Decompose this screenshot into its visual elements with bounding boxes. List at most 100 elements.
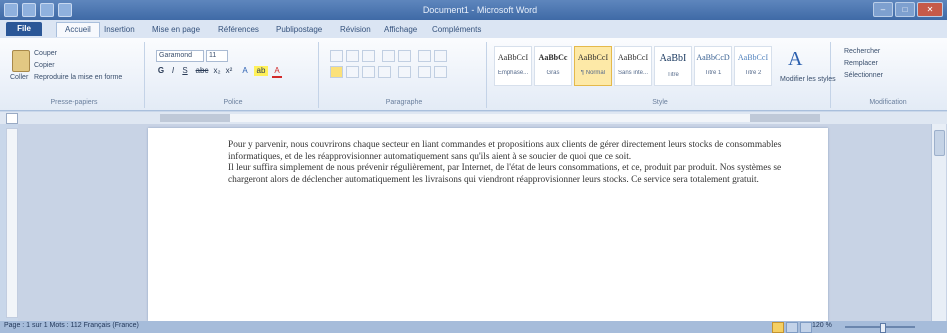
style-name: Titre <box>667 72 679 78</box>
document-page[interactable]: Pour y parvenir, nous couvrirons chaque … <box>148 128 828 321</box>
subscript-button[interactable]: x₂ <box>212 66 222 76</box>
style-heading-2[interactable]: AaBbCcI Titre 2 <box>734 46 772 86</box>
paragraph[interactable]: Il leur suffira simplement de nous préve… <box>228 163 788 186</box>
save-icon[interactable] <box>22 3 36 17</box>
select-button[interactable]: Sélectionner <box>844 72 883 79</box>
tab-view[interactable]: Affichage <box>384 23 417 37</box>
strikethrough-button[interactable]: abc <box>194 66 210 76</box>
ribbon: Coller Couper Copier Reproduire la mise … <box>0 38 947 111</box>
bullets-icon[interactable] <box>330 50 343 62</box>
styles-group-label: Style <box>652 99 668 106</box>
font-size-select[interactable]: 11 <box>206 50 228 62</box>
show-marks-icon[interactable] <box>434 50 447 62</box>
borders-icon[interactable] <box>434 66 447 78</box>
style-name: Titre 1 <box>704 70 722 76</box>
editing-group-label: Modification <box>869 99 907 106</box>
justify-icon[interactable] <box>378 66 391 78</box>
highlight-button[interactable]: ab <box>254 66 268 76</box>
style-preview: AaBbCcI <box>497 53 529 62</box>
styles-group: AaBbCcI Emphase... AaBbCc Gras AaBbCcI ¶ No… <box>490 42 836 108</box>
undo-icon[interactable] <box>40 3 54 17</box>
tab-references[interactable]: Références <box>218 23 259 37</box>
style-preview: AaBbCcI <box>737 53 769 62</box>
close-button[interactable]: ✕ <box>917 2 943 17</box>
vertical-ruler <box>6 128 18 318</box>
redo-icon[interactable] <box>58 3 72 17</box>
title-bar: Document1 - Microsoft Word – □ ✕ <box>0 0 947 20</box>
font-name-select[interactable]: Garamond <box>156 50 204 62</box>
bold-button[interactable]: G <box>156 66 166 76</box>
style-preview: AaBbCc <box>538 53 568 62</box>
style-name: Emphase... <box>497 70 529 76</box>
vertical-scrollbar[interactable] <box>931 124 946 321</box>
minimize-button[interactable]: – <box>873 2 893 17</box>
scrollbar-thumb[interactable] <box>934 130 945 156</box>
superscript-button[interactable]: x² <box>224 66 234 76</box>
status-info: Page : 1 sur 1 Mots : 112 Français (Fran… <box>4 322 139 329</box>
increase-indent-icon[interactable] <box>398 50 411 62</box>
zoom-level[interactable]: 120 % <box>812 322 832 329</box>
tab-mailings[interactable]: Publipostage <box>276 23 322 37</box>
ruler-track[interactable] <box>160 114 820 122</box>
numbering-icon[interactable] <box>346 50 359 62</box>
style-name: Gras <box>546 70 560 76</box>
replace-button[interactable]: Remplacer <box>844 60 878 67</box>
tab-review[interactable]: Révision <box>340 23 371 37</box>
style-emphasis[interactable]: AaBbCcI Emphase... <box>494 46 532 86</box>
print-layout-icon[interactable] <box>772 322 784 333</box>
paste-icon[interactable] <box>12 50 30 72</box>
editing-group: Rechercher Remplacer Sélectionner Modifi… <box>834 42 942 108</box>
web-layout-icon[interactable] <box>800 322 812 333</box>
underline-button[interactable]: S <box>180 66 190 76</box>
style-normal[interactable]: AaBbCcI ¶ Normal <box>574 46 612 86</box>
sort-icon[interactable] <box>418 50 431 62</box>
tab-home[interactable]: Accueil <box>56 22 100 37</box>
tab-file[interactable]: File <box>6 22 42 36</box>
font-group: Garamond 11 G I S abc x₂ x² A ab A Polic… <box>148 42 319 108</box>
ruler-text-area <box>230 114 750 122</box>
quick-access-toolbar <box>4 3 72 17</box>
window-controls: – □ ✕ <box>873 2 943 17</box>
paragraph-group: Paragraphe <box>322 42 487 108</box>
cut-button[interactable]: Couper <box>34 50 57 57</box>
align-right-icon[interactable] <box>362 66 375 78</box>
style-strong[interactable]: AaBbCc Gras <box>534 46 572 86</box>
horizontal-ruler <box>0 112 947 124</box>
document-text[interactable]: Pour y parvenir, nous couvrirons chaque … <box>228 140 788 186</box>
full-screen-icon[interactable] <box>786 322 798 333</box>
line-spacing-icon[interactable] <box>398 66 411 78</box>
clipboard-group-label: Presse-papiers <box>50 99 98 106</box>
align-left-icon[interactable] <box>330 66 343 78</box>
tab-page-layout[interactable]: Mise en page <box>152 23 200 37</box>
paste-button[interactable]: Coller <box>10 74 28 81</box>
style-name: ¶ Normal <box>580 70 606 76</box>
paragraph[interactable]: Pour y parvenir, nous couvrirons chaque … <box>228 140 788 163</box>
change-styles-label: Modifier les styles <box>780 76 836 83</box>
multilevel-list-icon[interactable] <box>362 50 375 62</box>
style-preview: AaBbCcI <box>577 53 609 62</box>
style-preview: AaBbI <box>659 53 687 64</box>
copy-button[interactable]: Copier <box>34 62 55 69</box>
style-preview: AaBbCcI <box>617 53 649 62</box>
paragraph-group-label: Paragraphe <box>385 99 423 106</box>
zoom-slider-knob[interactable] <box>880 323 886 333</box>
style-heading-1[interactable]: AaBbCcD Titre 1 <box>694 46 732 86</box>
decrease-indent-icon[interactable] <box>382 50 395 62</box>
maximize-button[interactable]: □ <box>895 2 915 17</box>
text-effects-button[interactable]: A <box>240 66 250 76</box>
status-bar: Page : 1 sur 1 Mots : 112 Français (Fran… <box>0 321 947 333</box>
tab-addins[interactable]: Compléments <box>432 23 481 37</box>
style-preview: AaBbCcD <box>696 53 730 62</box>
style-title[interactable]: AaBbI Titre <box>654 46 692 86</box>
tab-selector[interactable] <box>6 113 18 124</box>
tab-insert[interactable]: Insertion <box>104 23 135 37</box>
find-button[interactable]: Rechercher <box>844 48 880 55</box>
format-painter-button[interactable]: Reproduire la mise en forme <box>34 74 122 81</box>
italic-button[interactable]: I <box>168 66 178 76</box>
view-buttons <box>772 322 812 333</box>
ribbon-tab-row: File Accueil Insertion Mise en page Réfé… <box>0 20 947 39</box>
shading-icon[interactable] <box>418 66 431 78</box>
style-no-spacing[interactable]: AaBbCcI Sans inte... <box>614 46 652 86</box>
font-color-button[interactable]: A <box>272 66 282 78</box>
align-center-icon[interactable] <box>346 66 359 78</box>
